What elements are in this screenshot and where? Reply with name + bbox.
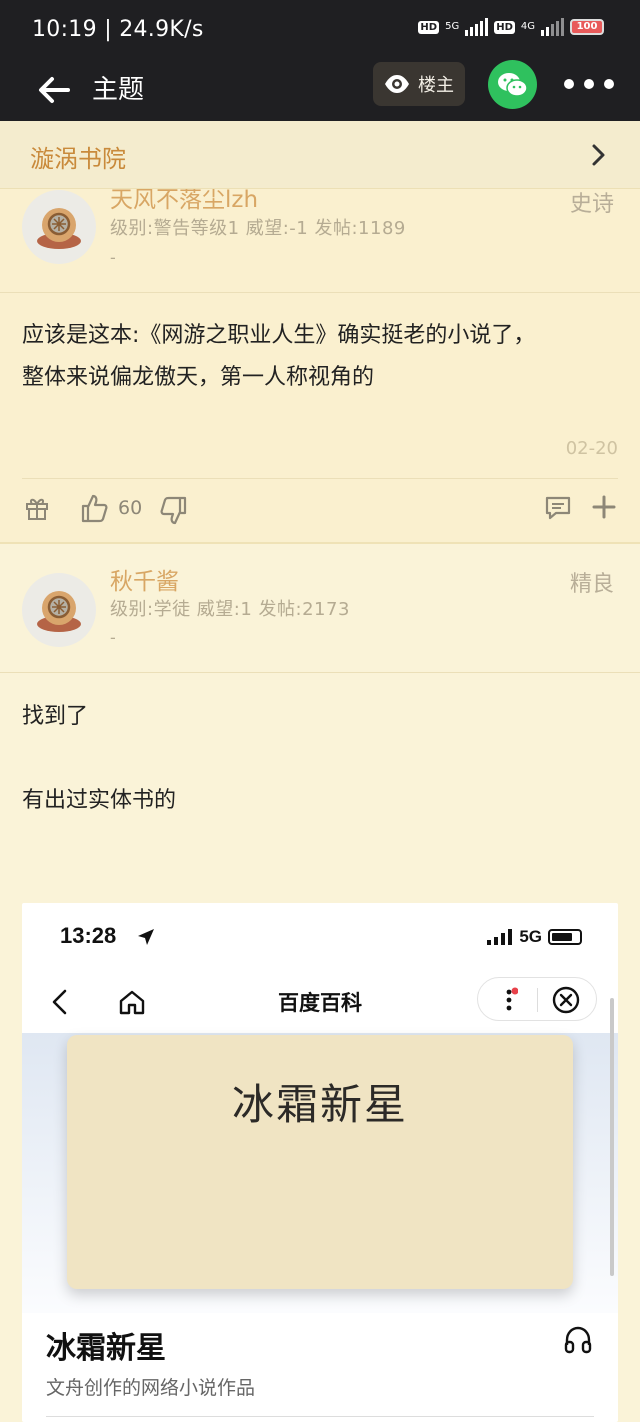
post-content-line: 有出过实体书的 [22,788,177,813]
like-button[interactable]: 60 [80,493,142,523]
wechat-icon [497,72,528,97]
content-line: 整体来说偏龙傲天，第一人称视角的 [22,365,375,390]
app-header: 主题 楼主 [0,60,640,121]
arrow-left-icon [39,77,70,103]
comment-button[interactable] [544,495,572,521]
avatar[interactable] [22,190,96,264]
dot-icon [584,79,594,89]
post-date: 02-20 [565,438,618,459]
dot-icon [564,79,574,89]
page-title: 主题 [92,75,145,105]
location-arrow-icon [138,929,154,945]
network-type: 5G [445,21,460,32]
thumb-up-icon [81,494,108,523]
username[interactable]: 秋千酱 [110,562,179,596]
status-icons: HD 5G HD 4G 100 [418,18,604,36]
more-options-button[interactable] [562,70,616,98]
eye-icon [385,75,409,93]
forum-link-bar[interactable]: 漩涡书院 [0,121,640,189]
hd-badge: HD [418,20,440,34]
dot-icon [604,79,614,89]
chevron-right-icon [592,144,605,166]
entry-description: 文舟创作的网络小说作品 [46,1377,256,1399]
divider [0,672,640,673]
more-vertical-icon [506,987,518,1011]
post-image[interactable]: 13:28 5G 百度百科 冰霜新星 冰霜新星 文舟创作的网络小说作品 [22,903,618,1422]
capsule-divider [537,988,538,1012]
book-cover-title: 冰霜新星 [231,1080,408,1129]
add-button[interactable] [592,495,616,519]
embedded-status-icons: 5G [487,927,582,947]
back-button[interactable] [34,70,74,110]
status-bar: 10:19 | 24.9K/s HD 5G HD 4G 100 [0,0,640,60]
rank-badge: 精良 [569,572,614,597]
gift-button[interactable] [24,495,50,521]
signal-icon [465,18,489,36]
signal-icon [487,929,513,945]
embedded-capsule [477,977,597,1021]
wechat-share-button[interactable] [488,60,537,109]
battery-icon [548,929,582,945]
dislike-button[interactable] [160,496,188,526]
owner-only-label: 楼主 [418,75,454,96]
signature: - [110,628,116,647]
embedded-time: 13:28 [60,923,117,948]
post-content: 应该是这本:《网游之职业人生》确实挺老的小说了， 整体来说偏龙傲天，第一人称视角… [22,315,535,399]
forum-name: 漩涡书院 [30,145,126,173]
headphones-icon [564,1326,592,1354]
network-type: 4G [520,21,535,32]
embedded-nav-bar: 百度百科 [22,969,618,1033]
hd-badge: HD [494,20,515,34]
diving-helmet-icon [37,208,81,249]
book-cover: 冰霜新星 [67,1035,573,1289]
status-time: 10:19 | 24.9K/s [32,17,204,42]
divider [22,478,618,479]
divider [0,292,640,293]
rank-badge: 史诗 [569,192,614,217]
signature: - [110,248,116,267]
battery-icon: 100 [570,19,604,35]
embedded-scrollbar [610,998,614,1276]
entry-name: 冰霜新星 [46,1331,166,1366]
like-count: 60 [118,497,143,519]
post-action-bar: 60 [0,480,640,542]
embedded-status-bar: 13:28 5G [22,903,618,969]
thumb-down-icon [160,496,187,525]
plus-icon [592,495,616,519]
divider [46,1416,594,1417]
post: 天风不落尘lzh 史诗 级别:警告等级1 威望:-1 发帖:1189 - 应该是… [0,170,640,542]
comment-icon [545,496,571,520]
close-circle-icon [552,986,580,1014]
avatar[interactable] [22,573,96,647]
owner-only-button[interactable]: 楼主 [373,62,465,106]
user-stats: 级别:警告等级1 威望:-1 发帖:1189 [110,218,406,239]
user-stats: 级别:学徒 威望:1 发帖:2173 [110,599,350,620]
post-content-line: 找到了 [22,704,89,729]
signal-icon [541,18,564,36]
diving-helmet-icon [37,591,81,632]
gift-icon [26,498,48,520]
embedded-network: 5G [519,927,542,946]
content-line: 应该是这本:《网游之职业人生》确实挺老的小说了， [22,323,536,348]
